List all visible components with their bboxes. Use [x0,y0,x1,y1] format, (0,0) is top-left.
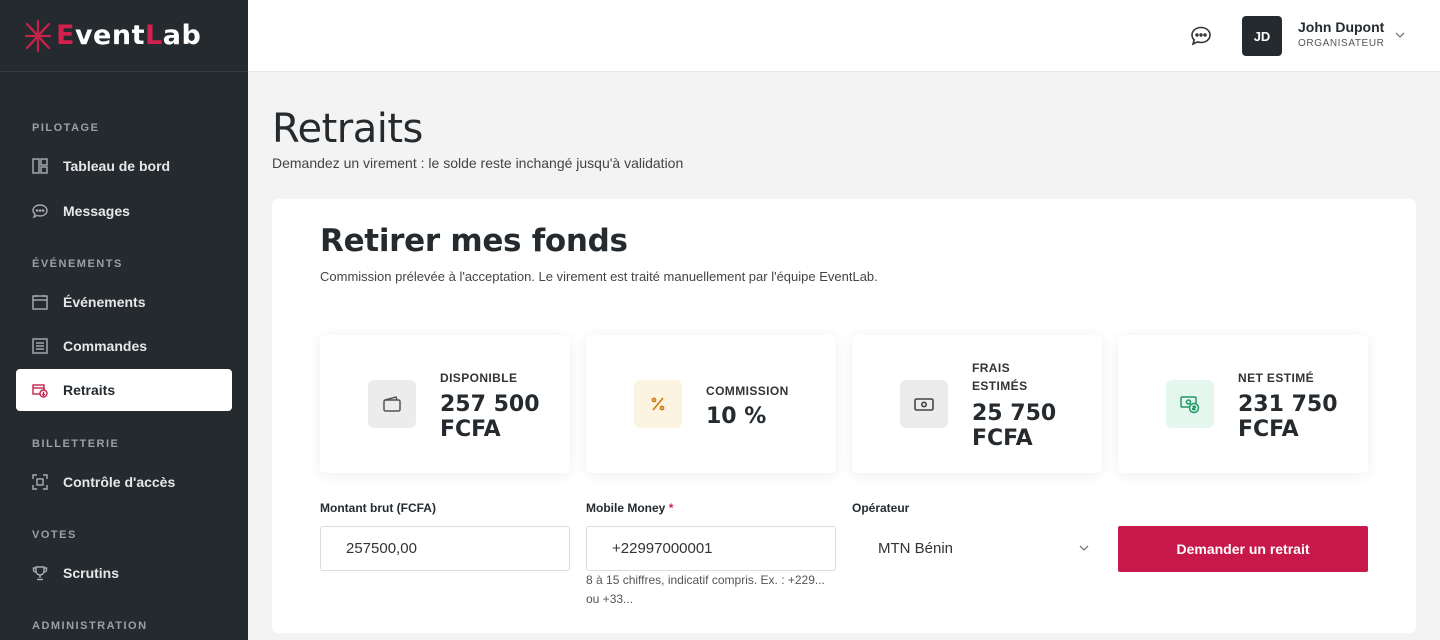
stat-commission: COMMISSION 10 % [586,335,836,473]
sidebar-item-messages[interactable]: Messages [16,190,232,232]
page-subtitle: Demandez un virement : le solde reste in… [272,155,684,171]
stat-label: FRAIS ESTIMÉS [972,361,1028,393]
stat-net-estime: NET ESTIMÉ 231 750 FCFA [1118,335,1368,473]
mobile-money-label: Mobile Money * [586,501,674,515]
required-marker: * [668,501,674,515]
sidebar-item-commandes[interactable]: Commandes [16,325,232,367]
amount-input[interactable] [320,526,570,571]
sidebar-item-label: Commandes [63,338,148,354]
top-bar: JD John Dupont ORGANISATEUR [248,0,1440,72]
withdraw-card: Retirer mes fonds Commission prélevée à … [272,199,1416,633]
stat-tile [368,380,416,428]
sidebar-item-label: Événements [63,294,146,310]
stat-tile [1166,380,1214,428]
stat-frais-estimes: FRAIS ESTIMÉS 25 750 FCFA [852,335,1102,473]
chat-icon[interactable] [1190,25,1212,47]
sidebar-item-evenements[interactable]: Événements [16,281,232,323]
stat-label: DISPONIBLE [440,371,518,385]
sidebar-item-retraits[interactable]: Retraits [16,369,232,411]
chevron-down-icon [1079,545,1089,551]
stat-label: NET ESTIMÉ [1238,371,1315,385]
eventlab-logo-icon [24,19,52,52]
stat-tile [634,380,682,428]
chevron-down-icon[interactable] [1394,29,1406,41]
stat-label: COMMISSION [706,384,789,398]
mobile-money-hint: 8 à 15 chiffres, indicatif compris. Ex. … [586,573,825,606]
cash-icon [914,398,934,411]
withdraw-icon [32,382,48,398]
brand-name: EventLab [56,20,202,51]
sidebar-item-scrutins[interactable]: Scrutins [16,552,232,594]
nav-section-administration: ADMINISTRATION [32,620,148,632]
amount-label: Montant brut (FCFA) [320,501,436,515]
percent-icon [651,397,665,411]
user-role: ORGANISATEUR [1298,38,1385,49]
stat-value: 25 750 FCFA [972,401,1057,451]
avatar[interactable]: JD [1242,16,1282,56]
stat-value: 10 % [706,404,767,429]
stat-tile [900,380,948,428]
nav-section-billetterie: BILLETTERIE [32,438,120,450]
message-icon [32,203,48,219]
sidebar-item-controle-acces[interactable]: Contrôle d'accès [16,461,232,503]
sidebar: EventLab PILOTAGE Tableau de bord Messag… [0,0,248,640]
sidebar-item-label: Scrutins [63,565,120,581]
wallet-icon [383,396,401,412]
operator-select[interactable]: MTN Bénin [852,526,1102,571]
request-withdrawal-button[interactable]: Demander un retrait [1118,526,1368,572]
nav-section-votes: VOTES [32,529,77,541]
sidebar-item-label: Retraits [63,382,116,398]
stat-value: 231 750 FCFA [1238,392,1338,442]
dashboard-icon [32,158,48,174]
orders-icon [32,338,48,354]
operator-label: Opérateur [852,501,910,515]
user-name[interactable]: John Dupont [1298,19,1384,35]
stat-value: 257 500 FCFA [440,392,540,442]
scan-icon [32,474,48,490]
money-icon [1180,396,1200,414]
card-subtitle: Commission prélevée à l'acceptation. Le … [320,269,878,284]
nav-section-evenements: ÉVÉNEMENTS [32,258,123,270]
nav-section-pilotage: PILOTAGE [32,122,100,134]
sidebar-item-dashboard[interactable]: Tableau de bord [16,145,232,187]
operator-value: MTN Bénin [878,540,954,557]
mobile-money-input[interactable] [586,526,836,571]
brand-logo[interactable]: EventLab [0,0,248,72]
card-title: Retirer mes fonds [320,223,628,259]
sidebar-item-label: Contrôle d'accès [63,474,176,490]
page-title: Retraits [272,106,423,152]
sidebar-item-label: Messages [63,203,130,219]
stat-disponible: DISPONIBLE 257 500 FCFA [320,335,570,473]
calendar-icon [32,294,48,310]
trophy-icon [32,565,48,581]
sidebar-item-label: Tableau de bord [63,158,171,174]
